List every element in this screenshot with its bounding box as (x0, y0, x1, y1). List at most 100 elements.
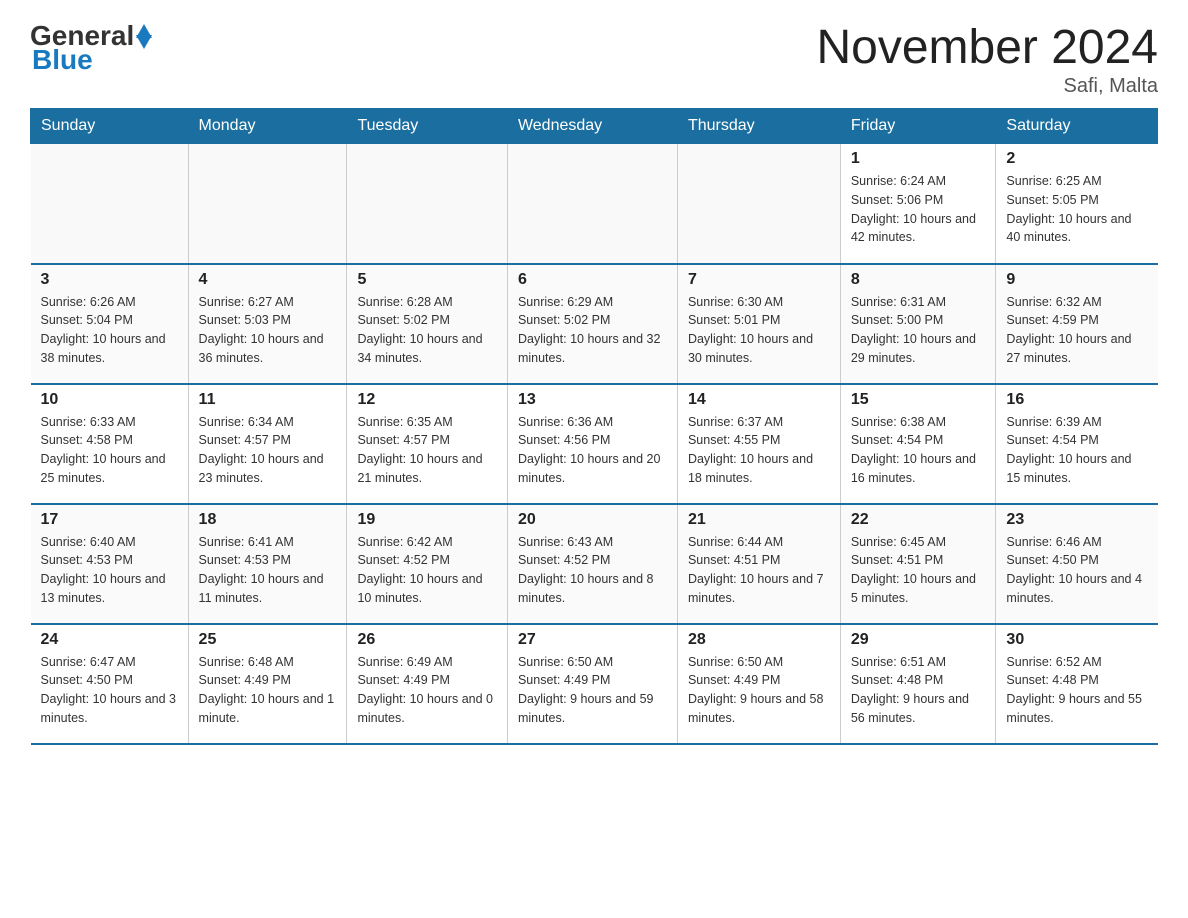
day-number: 19 (357, 511, 497, 529)
calendar-week-row: 10 Sunrise: 6:33 AM Sunset: 4:58 PM Dayli… (31, 384, 1158, 504)
calendar-cell: 11 Sunrise: 6:34 AM Sunset: 4:57 PM Dayli… (188, 384, 347, 504)
day-info: Sunrise: 6:38 AM Sunset: 4:54 PM Dayligh… (851, 413, 986, 488)
day-number: 3 (41, 271, 178, 289)
day-number: 30 (1006, 631, 1147, 649)
day-info: Sunrise: 6:27 AM Sunset: 5:03 PM Dayligh… (199, 293, 337, 368)
day-number: 14 (688, 391, 830, 409)
calendar-cell (31, 144, 189, 264)
header-saturday: Saturday (996, 109, 1158, 144)
day-info: Sunrise: 6:42 AM Sunset: 4:52 PM Dayligh… (357, 533, 497, 608)
calendar-cell: 17 Sunrise: 6:40 AM Sunset: 4:53 PM Dayli… (31, 504, 189, 624)
calendar-cell: 7 Sunrise: 6:30 AM Sunset: 5:01 PM Daylig… (677, 264, 840, 384)
calendar-week-row: 3 Sunrise: 6:26 AM Sunset: 5:04 PM Daylig… (31, 264, 1158, 384)
day-number: 8 (851, 271, 986, 289)
calendar-cell: 12 Sunrise: 6:35 AM Sunset: 4:57 PM Dayli… (347, 384, 508, 504)
calendar-cell (677, 144, 840, 264)
calendar-week-row: 24 Sunrise: 6:47 AM Sunset: 4:50 PM Dayli… (31, 624, 1158, 744)
month-title: November 2024 (816, 20, 1158, 75)
calendar-cell: 9Sunrise: 6:32 AM Sunset: 4:59 PM Daylig… (996, 264, 1158, 384)
header-wednesday: Wednesday (507, 109, 677, 144)
calendar-week-row: 1Sunrise: 6:24 AM Sunset: 5:06 PM Daylig… (31, 144, 1158, 264)
day-info: Sunrise: 6:52 AM Sunset: 4:48 PM Dayligh… (1006, 653, 1147, 728)
day-info: Sunrise: 6:28 AM Sunset: 5:02 PM Dayligh… (357, 293, 497, 368)
calendar-cell: 29 Sunrise: 6:51 AM Sunset: 4:48 PM Dayli… (840, 624, 996, 744)
calendar-cell: 10 Sunrise: 6:33 AM Sunset: 4:58 PM Dayli… (31, 384, 189, 504)
day-info: Sunrise: 6:51 AM Sunset: 4:48 PM Dayligh… (851, 653, 986, 728)
day-info: Sunrise: 6:35 AM Sunset: 4:57 PM Dayligh… (357, 413, 497, 488)
day-info: Sunrise: 6:50 AM Sunset: 4:49 PM Dayligh… (518, 653, 667, 728)
day-info: Sunrise: 6:45 AM Sunset: 4:51 PM Dayligh… (851, 533, 986, 608)
day-number: 17 (41, 511, 178, 529)
day-number: 5 (357, 271, 497, 289)
day-number: 4 (199, 271, 337, 289)
calendar-cell: 28 Sunrise: 6:50 AM Sunset: 4:49 PM Dayli… (677, 624, 840, 744)
calendar-header-row: SundayMondayTuesdayWednesdayThursdayFrid… (31, 109, 1158, 144)
calendar-cell: 23 Sunrise: 6:46 AM Sunset: 4:50 PM Dayli… (996, 504, 1158, 624)
day-info: Sunrise: 6:29 AM Sunset: 5:02 PM Dayligh… (518, 293, 667, 368)
day-number: 25 (199, 631, 337, 649)
day-info: Sunrise: 6:41 AM Sunset: 4:53 PM Dayligh… (199, 533, 337, 608)
day-info: Sunrise: 6:47 AM Sunset: 4:50 PM Dayligh… (41, 653, 178, 728)
header-tuesday: Tuesday (347, 109, 508, 144)
calendar-cell: 4 Sunrise: 6:27 AM Sunset: 5:03 PM Daylig… (188, 264, 347, 384)
day-info: Sunrise: 6:46 AM Sunset: 4:50 PM Dayligh… (1006, 533, 1147, 608)
day-info: Sunrise: 6:43 AM Sunset: 4:52 PM Dayligh… (518, 533, 667, 608)
calendar-cell: 24 Sunrise: 6:47 AM Sunset: 4:50 PM Dayli… (31, 624, 189, 744)
calendar-cell: 13Sunrise: 6:36 AM Sunset: 4:56 PM Dayli… (507, 384, 677, 504)
day-info: Sunrise: 6:49 AM Sunset: 4:49 PM Dayligh… (357, 653, 497, 728)
day-number: 2 (1006, 150, 1147, 168)
day-number: 24 (41, 631, 178, 649)
day-number: 7 (688, 271, 830, 289)
day-number: 10 (41, 391, 178, 409)
calendar-week-row: 17 Sunrise: 6:40 AM Sunset: 4:53 PM Dayli… (31, 504, 1158, 624)
day-number: 21 (688, 511, 830, 529)
logo-blue-text: Blue (32, 44, 93, 76)
day-info: Sunrise: 6:48 AM Sunset: 4:49 PM Dayligh… (199, 653, 337, 728)
day-info: Sunrise: 6:31 AM Sunset: 5:00 PM Dayligh… (851, 293, 986, 368)
calendar-cell: 19 Sunrise: 6:42 AM Sunset: 4:52 PM Dayli… (347, 504, 508, 624)
calendar-cell: 1Sunrise: 6:24 AM Sunset: 5:06 PM Daylig… (840, 144, 996, 264)
calendar-cell: 30 Sunrise: 6:52 AM Sunset: 4:48 PM Dayli… (996, 624, 1158, 744)
calendar-cell: 6 Sunrise: 6:29 AM Sunset: 5:02 PM Daylig… (507, 264, 677, 384)
header-sunday: Sunday (31, 109, 189, 144)
calendar-cell: 26 Sunrise: 6:49 AM Sunset: 4:49 PM Dayli… (347, 624, 508, 744)
day-info: Sunrise: 6:40 AM Sunset: 4:53 PM Dayligh… (41, 533, 178, 608)
calendar-cell: 5 Sunrise: 6:28 AM Sunset: 5:02 PM Daylig… (347, 264, 508, 384)
calendar-cell: 14 Sunrise: 6:37 AM Sunset: 4:55 PM Dayli… (677, 384, 840, 504)
calendar-cell: 2 Sunrise: 6:25 AM Sunset: 5:05 PM Daylig… (996, 144, 1158, 264)
calendar-cell: 16Sunrise: 6:39 AM Sunset: 4:54 PM Dayli… (996, 384, 1158, 504)
location: Safi, Malta (816, 75, 1158, 98)
day-number: 12 (357, 391, 497, 409)
day-number: 22 (851, 511, 986, 529)
page-header: General Blue November 2024 Safi, Malta (30, 20, 1158, 98)
day-number: 11 (199, 391, 337, 409)
calendar-cell (347, 144, 508, 264)
day-info: Sunrise: 6:26 AM Sunset: 5:04 PM Dayligh… (41, 293, 178, 368)
day-info: Sunrise: 6:37 AM Sunset: 4:55 PM Dayligh… (688, 413, 830, 488)
day-info: Sunrise: 6:34 AM Sunset: 4:57 PM Dayligh… (199, 413, 337, 488)
day-info: Sunrise: 6:30 AM Sunset: 5:01 PM Dayligh… (688, 293, 830, 368)
day-number: 20 (518, 511, 667, 529)
calendar-table: SundayMondayTuesdayWednesdayThursdayFrid… (30, 108, 1158, 745)
day-info: Sunrise: 6:25 AM Sunset: 5:05 PM Dayligh… (1006, 172, 1147, 247)
header-thursday: Thursday (677, 109, 840, 144)
day-info: Sunrise: 6:36 AM Sunset: 4:56 PM Dayligh… (518, 413, 667, 488)
calendar-cell: 3 Sunrise: 6:26 AM Sunset: 5:04 PM Daylig… (31, 264, 189, 384)
calendar-cell (188, 144, 347, 264)
calendar-cell: 20 Sunrise: 6:43 AM Sunset: 4:52 PM Dayli… (507, 504, 677, 624)
calendar-cell: 21 Sunrise: 6:44 AM Sunset: 4:51 PM Dayli… (677, 504, 840, 624)
day-number: 6 (518, 271, 667, 289)
calendar-cell: 15 Sunrise: 6:38 AM Sunset: 4:54 PM Dayli… (840, 384, 996, 504)
title-section: November 2024 Safi, Malta (816, 20, 1158, 98)
day-number: 29 (851, 631, 986, 649)
day-info: Sunrise: 6:44 AM Sunset: 4:51 PM Dayligh… (688, 533, 830, 608)
calendar-cell: 27Sunrise: 6:50 AM Sunset: 4:49 PM Dayli… (507, 624, 677, 744)
day-number: 28 (688, 631, 830, 649)
day-info: Sunrise: 6:33 AM Sunset: 4:58 PM Dayligh… (41, 413, 178, 488)
day-info: Sunrise: 6:50 AM Sunset: 4:49 PM Dayligh… (688, 653, 830, 728)
day-info: Sunrise: 6:24 AM Sunset: 5:06 PM Dayligh… (851, 172, 986, 247)
day-number: 15 (851, 391, 986, 409)
header-monday: Monday (188, 109, 347, 144)
day-number: 23 (1006, 511, 1147, 529)
day-number: 26 (357, 631, 497, 649)
